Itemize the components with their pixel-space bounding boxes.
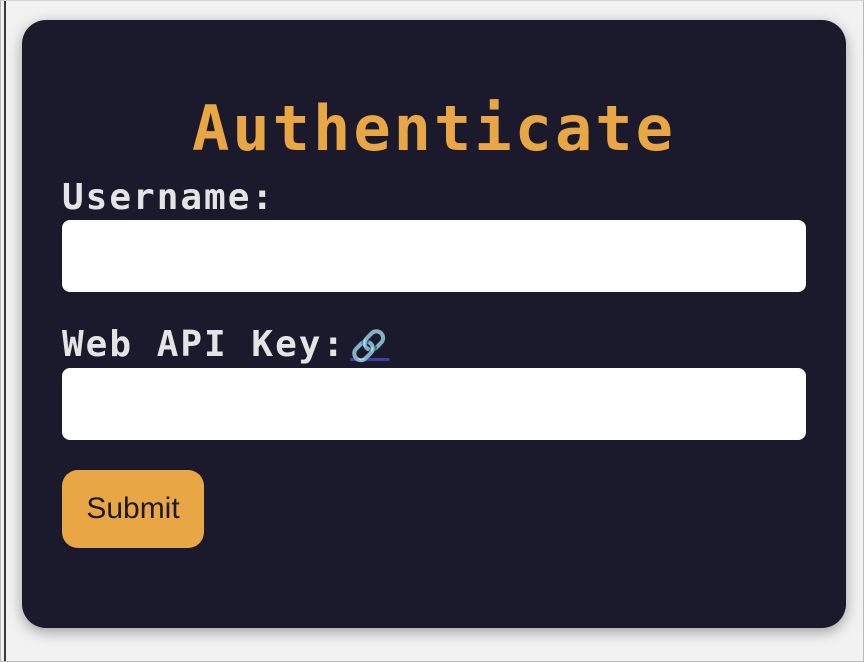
submit-button[interactable]: Submit	[62, 470, 204, 548]
api-key-input[interactable]	[62, 368, 806, 440]
username-label: Username:	[62, 180, 275, 216]
username-label-text: Username:	[62, 177, 276, 218]
api-key-label: Web API Key: 🔗	[62, 327, 389, 363]
browser-viewport: Authenticate Username: Web API Key: 🔗 Sub…	[0, 0, 864, 662]
link-icon[interactable]: 🔗	[350, 332, 389, 362]
auth-card: Authenticate Username: Web API Key: 🔗 Sub…	[22, 20, 846, 628]
page-title: Authenticate	[192, 92, 676, 165]
viewport-edge	[4, 1, 6, 661]
api-key-label-text: Web API Key:	[62, 324, 347, 365]
username-input[interactable]	[62, 220, 806, 292]
